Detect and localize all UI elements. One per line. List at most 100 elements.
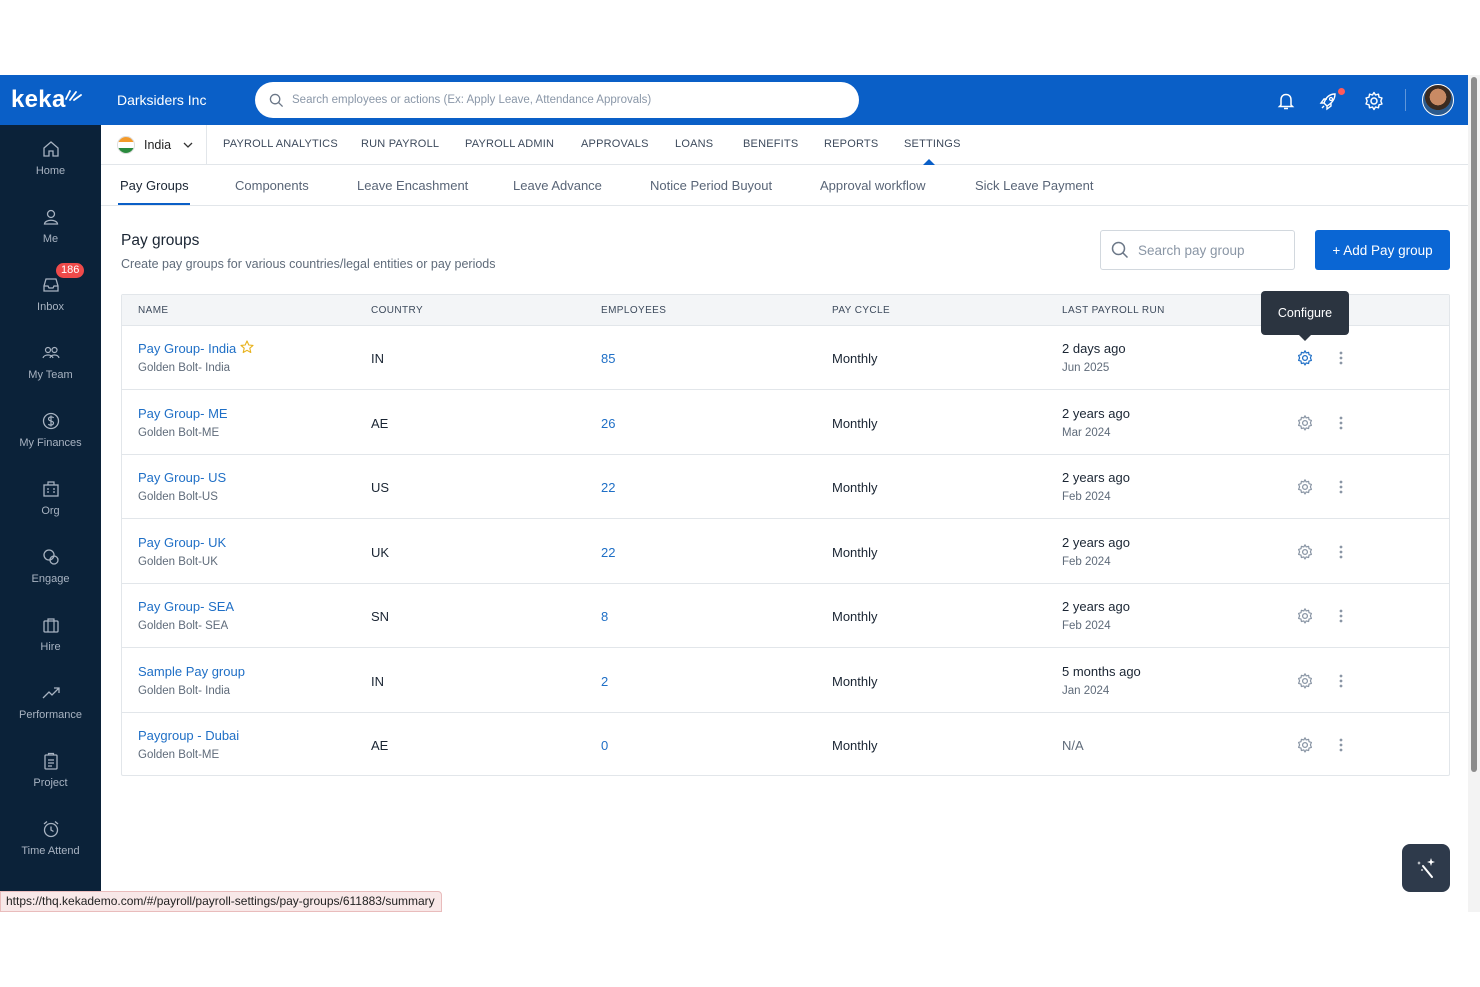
nav-settings[interactable]: SETTINGS <box>904 138 961 150</box>
sidebar-item-my-finances[interactable]: My Finances <box>0 397 101 465</box>
sidebar-item-me[interactable]: Me <box>0 193 101 261</box>
sidebar-label: Me <box>42 233 59 245</box>
nav-loans[interactable]: LOANS <box>675 138 713 150</box>
employee-count-link[interactable]: 85 <box>601 351 615 366</box>
alarm-icon <box>43 821 58 838</box>
country-code: AE <box>371 415 389 431</box>
employee-count-link[interactable]: 26 <box>601 416 615 431</box>
configure-gear-icon[interactable] <box>1296 607 1314 625</box>
nav-payroll-admin[interactable]: PAYROLL ADMIN <box>465 138 554 150</box>
more-options-icon[interactable] <box>1336 478 1346 496</box>
favorite-star-icon[interactable] <box>240 340 254 354</box>
pay-group-name-link[interactable]: Paygroup - Dubai <box>138 728 239 743</box>
configure-gear-icon[interactable] <box>1296 349 1314 367</box>
tab-leave-advance[interactable]: Leave Advance <box>513 178 602 193</box>
add-pay-group-button[interactable]: + Add Pay group <box>1315 230 1450 270</box>
employee-count-link[interactable]: 22 <box>601 545 615 560</box>
table-row[interactable]: Pay Group- ME Golden Bolt-ME AE 26 Monthly 2 … <box>122 391 1449 455</box>
pay-group-name-link[interactable]: Pay Group- UK <box>138 535 226 550</box>
tab-pay-groups[interactable]: Pay Groups <box>120 178 189 193</box>
magic-wand-button[interactable] <box>1402 844 1450 892</box>
sidebar-item-time-attend[interactable]: Time Attend <box>0 805 101 873</box>
team-icon <box>41 346 60 359</box>
table-row[interactable]: Paygroup - Dubai Golden Bolt-ME AE 0 Monthly… <box>122 713 1449 777</box>
employee-count-link[interactable]: 22 <box>601 480 615 495</box>
country-code: SN <box>371 609 390 624</box>
table-row[interactable]: Pay Group- UK Golden Bolt-UK UK 22 Monthly 2 … <box>122 520 1449 584</box>
tab-notice-period-buyout[interactable]: Notice Period Buyout <box>650 178 772 193</box>
pay-group-name-link[interactable]: Pay Group- India <box>138 341 236 356</box>
nav-run-payroll[interactable]: RUN PAYROLL <box>361 138 439 150</box>
last-payroll-date: Jan 2024 <box>1062 684 1110 697</box>
tooltip-arrow <box>1299 335 1311 341</box>
company-name[interactable]: Darksiders Inc <box>117 92 206 108</box>
configure-gear-icon[interactable] <box>1296 478 1314 496</box>
pay-group-name-link[interactable]: Pay Group- SEA <box>138 599 234 614</box>
table-row[interactable]: Pay Group- India Golden Bolt- India IN 85 Mo… <box>122 326 1449 390</box>
gear-icon[interactable] <box>1363 90 1385 112</box>
global-search-input[interactable] <box>292 94 832 106</box>
country-code: IN <box>371 673 384 689</box>
sidebar-item-my-team[interactable]: My Team <box>0 329 101 397</box>
table-row[interactable]: Sample Pay group Golden Bolt- India IN 2 Mon… <box>122 649 1449 713</box>
configure-gear-icon[interactable] <box>1296 736 1314 754</box>
more-options-icon[interactable] <box>1336 736 1346 754</box>
sidebar-item-engage[interactable]: Engage <box>0 533 101 601</box>
employee-count-link[interactable]: 0 <box>601 738 608 753</box>
configure-gear-icon[interactable] <box>1296 414 1314 432</box>
sidebar-item-inbox[interactable]: Inbox <box>0 261 101 329</box>
tab-approval-workflow[interactable]: Approval workflow <box>820 178 926 193</box>
keka-logo[interactable]: keka <box>0 75 101 125</box>
sidebar-item-home[interactable]: Home <box>0 125 101 193</box>
legal-entity: Golden Bolt- India <box>138 362 231 374</box>
sidebar-item-project[interactable]: Project <box>0 737 101 805</box>
global-search[interactable] <box>255 82 859 118</box>
table-row[interactable]: Pay Group- US Golden Bolt-US US 22 Monthly 2 … <box>122 455 1449 519</box>
tab-components[interactable]: Components <box>235 178 309 193</box>
pay-cycle: Monthly <box>832 351 878 366</box>
pay-group-name-link[interactable]: Pay Group- ME <box>138 406 228 421</box>
table-row[interactable]: Pay Group- SEA Golden Bolt- SEA SN 8 Monthly… <box>122 584 1449 648</box>
nav-approvals[interactable]: APPROVALS <box>581 138 649 150</box>
sidebar-item-hire[interactable]: Hire <box>0 601 101 669</box>
clipboard-icon <box>43 752 58 770</box>
scrollbar-thumb[interactable] <box>1471 77 1477 772</box>
last-payroll-run: 5 months ago <box>1062 663 1141 679</box>
pay-group-search-input[interactable] <box>1138 242 1288 258</box>
engage-icon <box>42 549 59 565</box>
employee-count-link[interactable]: 8 <box>601 609 608 624</box>
pay-group-name-link[interactable]: Sample Pay group <box>138 664 245 679</box>
more-options-icon[interactable] <box>1336 607 1346 625</box>
more-options-icon[interactable] <box>1336 543 1346 561</box>
pay-cycle: Monthly <box>832 480 878 495</box>
tab-sick-leave-payment[interactable]: Sick Leave Payment <box>975 178 1094 193</box>
nav-benefits[interactable]: BENEFITS <box>743 138 798 150</box>
pay-cycle: Monthly <box>832 673 878 689</box>
nav-payroll-analytics[interactable]: PAYROLL ANALYTICS <box>223 138 338 150</box>
bell-icon[interactable] <box>1275 90 1297 112</box>
sidebar-item-performance[interactable]: Performance <box>0 669 101 737</box>
more-options-icon[interactable] <box>1336 414 1346 432</box>
country-code: US <box>371 480 390 495</box>
tab-leave-encashment[interactable]: Leave Encashment <box>357 178 468 193</box>
country-label: India <box>144 138 172 152</box>
nav-reports[interactable]: REPORTS <box>824 138 878 150</box>
last-payroll-date: Feb 2024 <box>1062 620 1111 632</box>
configure-gear-icon[interactable] <box>1296 672 1314 690</box>
country-selector[interactable]: India <box>101 125 207 165</box>
configure-gear-icon[interactable] <box>1296 543 1314 561</box>
user-avatar[interactable] <box>1422 84 1454 116</box>
pay-group-name-link[interactable]: Pay Group- US <box>138 470 226 485</box>
last-payroll-date: Jun 2025 <box>1062 362 1110 374</box>
search-icon <box>269 93 284 107</box>
pay-group-search[interactable] <box>1100 230 1295 270</box>
page-title: Pay groups <box>121 232 200 249</box>
rocket-icon[interactable] <box>1318 90 1340 112</box>
more-options-icon[interactable] <box>1336 349 1346 367</box>
sidebar-item-org[interactable]: Org <box>0 465 101 533</box>
employee-count-link[interactable]: 2 <box>601 674 608 689</box>
more-options-icon[interactable] <box>1336 672 1346 690</box>
logo-text: keka <box>11 86 66 113</box>
sidebar-label: Org <box>41 505 60 517</box>
sidebar-label: Project <box>33 777 68 789</box>
